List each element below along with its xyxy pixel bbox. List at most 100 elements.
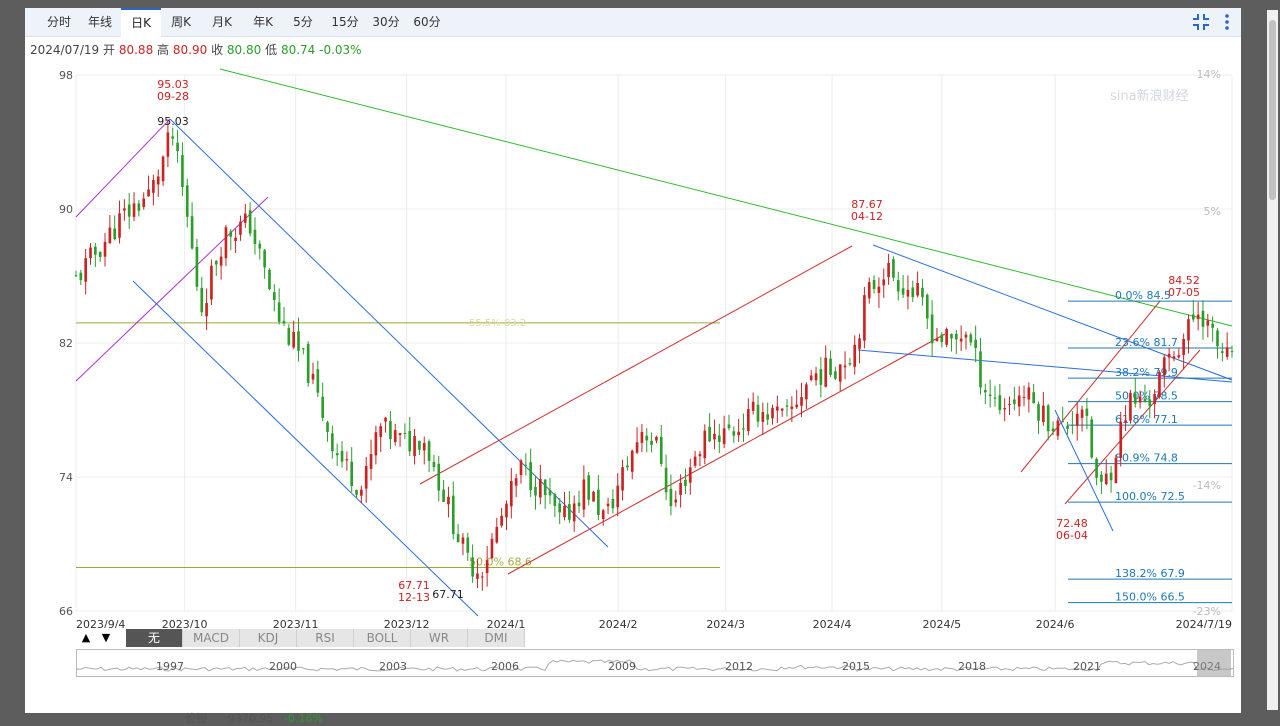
candle-body	[887, 263, 890, 278]
candle-body	[732, 431, 736, 436]
candle-body	[505, 503, 508, 518]
candle-body	[514, 478, 518, 486]
y-tick-right-label: -14%	[1193, 479, 1221, 492]
trend-line	[1054, 409, 1114, 532]
annotation-peak-date: 04-12	[851, 210, 883, 223]
candle-body	[282, 320, 286, 324]
candle-body	[302, 348, 305, 350]
navigator-year: 2000	[269, 660, 297, 673]
candle-body	[519, 460, 523, 476]
candle-body	[272, 292, 276, 300]
candle-body	[790, 406, 794, 409]
candle-body	[311, 373, 315, 380]
candle-body	[1080, 409, 1084, 418]
candle-body	[1090, 419, 1094, 458]
candle-body	[867, 282, 871, 299]
candle-body	[698, 454, 702, 457]
candle-body	[461, 537, 465, 544]
candle-body	[1109, 472, 1113, 481]
candle-body	[205, 303, 208, 317]
candle-body	[360, 489, 363, 496]
candle-body	[1119, 421, 1123, 458]
candle-body	[132, 203, 136, 217]
chart-window: 分时 年线 日K 周K 月K 年K 5分 15分 30分 60分 2024/07/19 开 80.…	[25, 8, 1241, 713]
x-tick-label: 2024/7/19	[1176, 618, 1232, 628]
candle-body	[848, 363, 852, 365]
candle-body	[746, 409, 750, 431]
candle-body	[408, 431, 412, 452]
candle-body	[389, 421, 392, 440]
candle-body	[911, 287, 915, 298]
candle-body	[447, 496, 450, 505]
candle-body	[1187, 319, 1190, 341]
candle-body	[906, 289, 910, 297]
indicator-button-5[interactable]: WR	[411, 629, 468, 647]
candle-body	[635, 442, 639, 453]
kline-chart[interactable]: 98 90 82 74 66 14% 5% -14% -23% 2023/9/4 2023/10 20…	[25, 8, 1241, 628]
candle-body	[326, 422, 329, 432]
scrollbar-thumb[interactable]	[1269, 20, 1276, 200]
candle-body	[592, 491, 595, 502]
candle-body	[703, 430, 707, 459]
candle-body	[1042, 405, 1045, 422]
arrow-up-icon[interactable]: ▲	[76, 629, 96, 647]
candle-body	[219, 256, 223, 266]
x-tick-label: 2024/5	[922, 618, 961, 628]
candle-body	[94, 246, 97, 255]
navigator-years: 1997200020032006200920122015201820212024	[77, 660, 1233, 674]
candle-body	[1148, 399, 1152, 407]
candle-body	[1100, 474, 1103, 482]
candle-body	[819, 369, 823, 385]
indicator-button-4[interactable]: BOLL	[354, 629, 411, 647]
x-tick-label: 2024/3	[706, 618, 745, 628]
candle-body	[1046, 405, 1050, 432]
candle-body	[127, 204, 131, 217]
candle-body	[321, 396, 325, 418]
candle-body	[969, 334, 973, 343]
candle-body	[563, 506, 566, 518]
x-tick-label: 2023/12	[384, 618, 430, 628]
candle-body	[147, 189, 150, 197]
x-tick-label: 2024/6	[1036, 618, 1075, 628]
page-scrollbar[interactable]	[1267, 10, 1278, 710]
candle-body	[277, 302, 281, 322]
candle-body	[829, 358, 832, 375]
indicator-button-1[interactable]: MACD	[183, 629, 240, 647]
candle-body	[814, 373, 818, 381]
candle-body	[979, 351, 982, 388]
candle-body	[964, 334, 968, 338]
candle-body	[1167, 353, 1171, 358]
candle-body	[432, 462, 436, 468]
candle-body	[1032, 392, 1036, 404]
candle-body	[176, 142, 179, 152]
candle-body	[727, 424, 731, 429]
candle-body	[1196, 314, 1200, 320]
candle-body	[998, 395, 1002, 411]
candle-body	[548, 490, 552, 496]
fib-level-label: 80.9% 74.8	[1115, 452, 1178, 465]
ticker-price: 9370.95	[227, 712, 274, 725]
x-tick-label: 2024/1	[487, 618, 526, 628]
candle-body	[393, 430, 397, 443]
range-navigator[interactable]: 1997200020032006200920122015201820212024	[76, 649, 1234, 677]
candle-body	[616, 485, 620, 508]
indicator-button-0[interactable]: 无	[126, 629, 183, 647]
candle-body	[166, 132, 170, 157]
candle-body	[413, 436, 416, 457]
candle-body	[335, 453, 339, 456]
fib-level-label: 150.0% 66.5	[1115, 591, 1185, 604]
navigator-handle[interactable]	[1197, 650, 1231, 676]
candle-body	[1104, 473, 1108, 485]
indicator-button-6[interactable]: DMI	[468, 629, 525, 647]
candle-body	[863, 295, 866, 341]
candle-body	[892, 259, 895, 278]
candle-body	[263, 250, 266, 268]
candle-body	[529, 462, 532, 491]
candle-body	[780, 408, 784, 411]
indicator-button-2[interactable]: KDJ	[240, 629, 297, 647]
candle-body	[379, 426, 383, 437]
arrow-down-icon[interactable]: ▼	[96, 629, 116, 647]
indicator-button-3[interactable]: RSI	[297, 629, 354, 647]
x-tick-label: 2024/4	[813, 618, 852, 628]
candle-body	[1017, 395, 1021, 407]
